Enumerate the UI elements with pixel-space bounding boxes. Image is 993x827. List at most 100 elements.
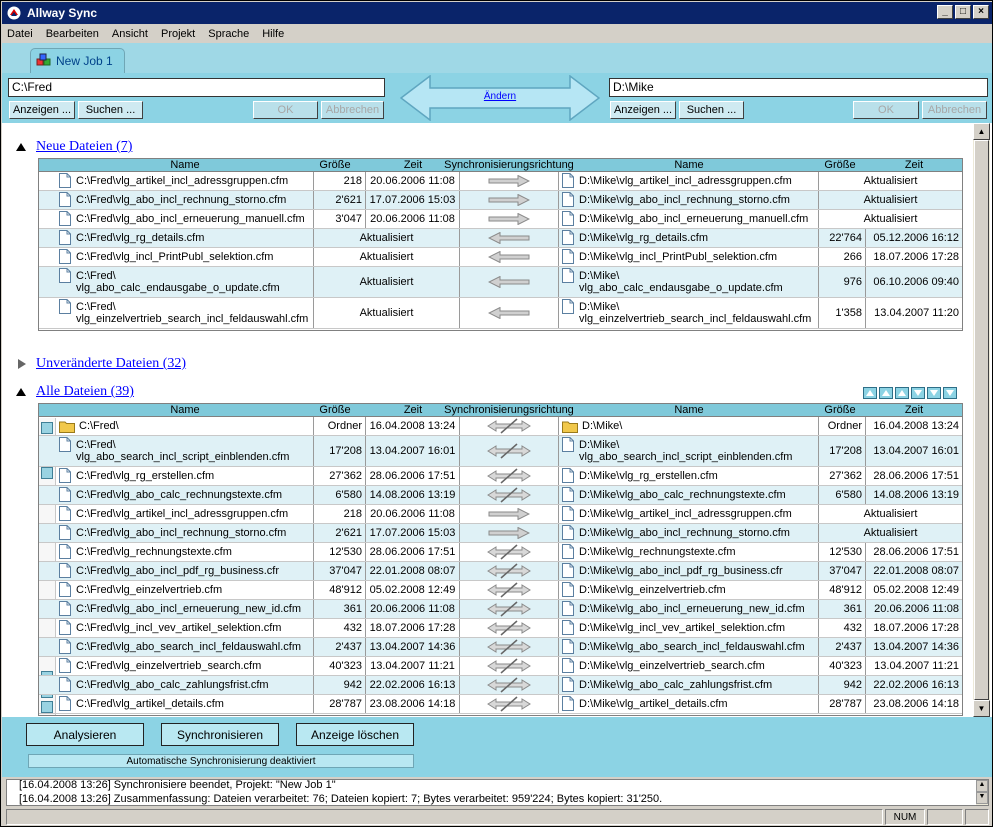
table-row[interactable]: C:\Fred\vlg_einzelvertrieb.cfm 48'912 05.0… <box>39 581 962 600</box>
col-direction[interactable]: Synchronisierungsrichtung <box>439 404 579 417</box>
table-row[interactable]: C:\Fred\vlg_abo_incl_rechnung_storno.cfm… <box>39 524 962 543</box>
table-row[interactable]: C:\Fred\ vlg_abo_calc_endausgabe_o_update… <box>39 267 962 298</box>
table-row[interactable]: C:\Fred\vlg_artikel_incl_adressgruppen.c… <box>39 172 962 191</box>
swap-folders-button[interactable]: Ändern <box>399 74 601 122</box>
table-row[interactable]: C:\Fred\vlg_abo_search_incl_feldauswahl.… <box>39 638 962 657</box>
sync-direction-arrow[interactable] <box>460 695 559 713</box>
menu-datei[interactable]: Datei <box>7 28 33 40</box>
menu-projekt[interactable]: Projekt <box>161 28 195 40</box>
col-name[interactable]: Name <box>56 159 314 172</box>
left-cancel-button[interactable]: Abbrechen <box>321 101 384 119</box>
sync-direction-arrow[interactable] <box>460 486 559 504</box>
minimize-button[interactable]: _ <box>937 5 953 19</box>
table-row[interactable]: C:\Fred\vlg_artikel_details.cfm 28'787 23.… <box>39 695 962 714</box>
page-down-button[interactable] <box>927 387 941 399</box>
table-row[interactable]: C:\Fred\vlg_rg_erstellen.cfm 27'362 28.06.… <box>39 467 962 486</box>
left-path-input[interactable]: C:\Fred <box>8 78 385 97</box>
tab-new-job-1[interactable]: New Job 1 <box>30 48 125 73</box>
sync-direction-arrow[interactable] <box>460 229 559 247</box>
menu-hilfe[interactable]: Hilfe <box>262 28 284 40</box>
collapse-triangle-icon[interactable] <box>16 143 26 151</box>
log-panel[interactable]: [16.04.2008 13:26] Synchronisiere beende… <box>6 779 989 806</box>
synchronize-button[interactable]: Synchronisieren <box>161 723 279 746</box>
close-button[interactable]: × <box>973 5 989 19</box>
table-row[interactable]: C:\Fred\vlg_abo_incl_rechnung_storno.cfm… <box>39 191 962 210</box>
sync-direction-arrow[interactable] <box>460 505 559 523</box>
scroll-top-button[interactable] <box>863 387 877 399</box>
table-row[interactable]: C:\Fred\ vlg_abo_search_incl_script_einbl… <box>39 436 962 467</box>
left-search-button[interactable]: Suchen ... <box>78 101 143 119</box>
log-scrollbar[interactable]: ▲ ▼ <box>976 780 988 805</box>
sync-direction-arrow[interactable] <box>460 543 559 561</box>
sync-direction-arrow[interactable] <box>460 267 559 297</box>
section-title-new[interactable]: Neue Dateien (7) <box>36 139 132 155</box>
autosync-status[interactable]: Automatische Synchronisierung deaktivier… <box>28 754 414 768</box>
maximize-button[interactable]: □ <box>955 5 971 19</box>
sync-direction-arrow[interactable] <box>460 467 559 485</box>
col-size[interactable]: Größe <box>304 159 366 172</box>
scroll-down-arrow[interactable]: ▼ <box>973 700 990 717</box>
table-row[interactable]: C:\Fred\vlg_einzelvertrieb_search.cfm 40'… <box>39 657 962 676</box>
log-scroll-up[interactable]: ▲ <box>976 780 988 792</box>
scroll-thumb[interactable] <box>974 140 989 700</box>
sync-direction-arrow[interactable] <box>460 676 559 694</box>
swap-label[interactable]: Ändern <box>400 91 600 102</box>
right-cancel-button[interactable]: Abbrechen <box>922 101 987 119</box>
table-row[interactable]: C:\Fred\vlg_abo_calc_zahlungsfrist.cfm 94… <box>39 676 962 695</box>
analyze-button[interactable]: Analysieren <box>26 723 144 746</box>
table-row[interactable]: C:\Fred\vlg_rg_details.cfm Aktualisiert D:… <box>39 229 962 248</box>
sync-direction-arrow[interactable] <box>460 562 559 580</box>
left-ok-button[interactable]: OK <box>253 101 318 119</box>
sync-direction-arrow[interactable] <box>460 417 559 435</box>
table-row[interactable]: C:\Fred\vlg_incl_PrintPubl_selektion.cfm… <box>39 248 962 267</box>
sync-direction-arrow[interactable] <box>460 172 559 190</box>
col-name-right[interactable]: Name <box>559 404 819 417</box>
col-name-right[interactable]: Name <box>559 159 819 172</box>
title-bar[interactable]: Allway Sync _ □ × <box>2 2 992 24</box>
col-size-right[interactable]: Größe <box>814 159 866 172</box>
table-row[interactable]: C:\Fred\vlg_abo_incl_erneuerung_new_id.c… <box>39 600 962 619</box>
sync-direction-arrow[interactable] <box>460 619 559 637</box>
scroll-up-arrow[interactable]: ▲ <box>973 123 990 140</box>
section-unchanged-files[interactable]: Unveränderte Dateien (32) <box>16 356 186 372</box>
menu-sprache[interactable]: Sprache <box>208 28 249 40</box>
right-show-button[interactable]: Anzeigen ... <box>610 101 676 119</box>
menu-ansicht[interactable]: Ansicht <box>112 28 148 40</box>
menu-bearbeiten[interactable]: Bearbeiten <box>46 28 99 40</box>
col-size-right[interactable]: Größe <box>814 404 866 417</box>
col-direction[interactable]: Synchronisierungsrichtung <box>439 159 579 172</box>
log-scroll-down[interactable]: ▼ <box>976 792 988 804</box>
expand-triangle-icon[interactable] <box>18 359 26 369</box>
sync-direction-arrow[interactable] <box>460 248 559 266</box>
section-title-all[interactable]: Alle Dateien (39) <box>36 384 134 400</box>
col-time-right[interactable]: Zeit <box>866 404 962 417</box>
right-ok-button[interactable]: OK <box>853 101 919 119</box>
sync-direction-arrow[interactable] <box>460 298 559 328</box>
clear-display-button[interactable]: Anzeige löschen <box>296 723 414 746</box>
main-vertical-scrollbar[interactable]: ▲ ▼ <box>973 123 990 717</box>
right-search-button[interactable]: Suchen ... <box>679 101 744 119</box>
table-row[interactable]: C:\Fred\vlg_abo_incl_pdf_rg_business.cfr… <box>39 562 962 581</box>
table-row[interactable]: C:\Fred\vlg_rechnungstexte.cfm 12'530 28.0… <box>39 543 962 562</box>
collapse-triangle-icon[interactable] <box>16 388 26 396</box>
scroll-bottom-button[interactable] <box>943 387 957 399</box>
sync-direction-arrow[interactable] <box>460 600 559 618</box>
sync-direction-arrow[interactable] <box>460 581 559 599</box>
table-row[interactable]: C:\Fred\ Ordner 16.04.2008 13:24 D:\Mike\ Or… <box>39 417 962 436</box>
page-up-button[interactable] <box>879 387 893 399</box>
sync-direction-arrow[interactable] <box>460 657 559 675</box>
sync-direction-arrow[interactable] <box>460 210 559 228</box>
table-row[interactable]: C:\Fred\vlg_abo_incl_erneuerung_manuell.… <box>39 210 962 229</box>
section-new-files[interactable]: Neue Dateien (7) <box>16 139 132 155</box>
sync-direction-arrow[interactable] <box>460 638 559 656</box>
section-all-files[interactable]: Alle Dateien (39) <box>16 384 134 400</box>
col-time-right[interactable]: Zeit <box>866 159 962 172</box>
row-down-button[interactable] <box>911 387 925 399</box>
row-up-button[interactable] <box>895 387 909 399</box>
section-title-unchanged[interactable]: Unveränderte Dateien (32) <box>36 356 186 372</box>
col-name[interactable]: Name <box>56 404 314 417</box>
table-row[interactable]: C:\Fred\vlg_artikel_incl_adressgruppen.c… <box>39 505 962 524</box>
table-row[interactable]: C:\Fred\vlg_abo_calc_rechnungstexte.cfm 6… <box>39 486 962 505</box>
table-row[interactable]: C:\Fred\ vlg_einzelvertrieb_search_incl_f… <box>39 298 962 329</box>
left-show-button[interactable]: Anzeigen ... <box>9 101 75 119</box>
